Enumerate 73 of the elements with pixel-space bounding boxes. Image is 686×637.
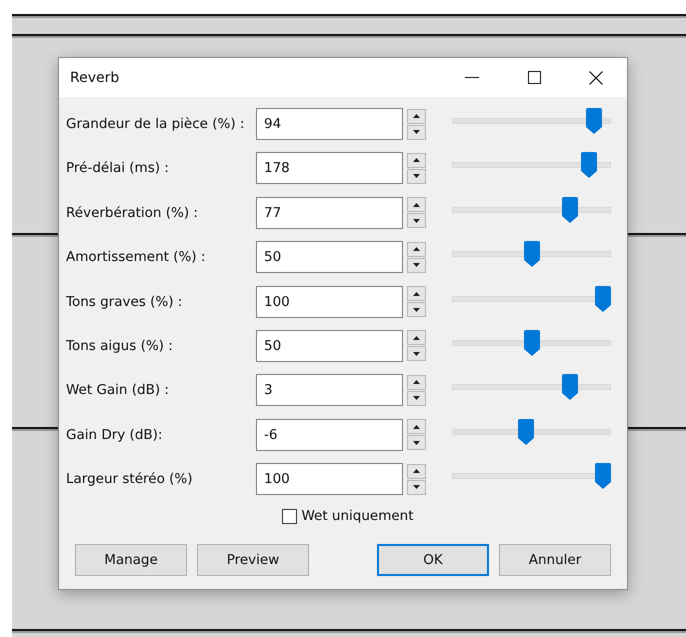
value-field[interactable]: 100 [256, 463, 403, 496]
up-arrow-icon [413, 158, 420, 162]
spin-up-button[interactable] [407, 108, 426, 124]
slider-thumb[interactable] [580, 152, 597, 178]
down-arrow-icon [413, 352, 420, 356]
field-label: Gain Dry (dB): [66, 426, 164, 443]
value-field[interactable]: 178 [256, 152, 403, 184]
up-arrow-icon [413, 202, 420, 207]
up-arrow-icon [413, 336, 420, 340]
up-arrow-icon [413, 380, 420, 384]
field-label: Wet Gain (dB) : [66, 382, 170, 398]
down-arrow-icon [413, 485, 420, 490]
spin-up-button[interactable] [407, 242, 426, 257]
field-label: Réverbération (%) : [66, 204, 199, 221]
spin-down-button[interactable] [407, 124, 426, 140]
down-arrow-icon [413, 130, 420, 134]
spin-down-button[interactable] [407, 258, 426, 273]
spin-down-button[interactable] [407, 390, 426, 406]
field-label: Grandeur de la pièce (%) : [66, 116, 246, 132]
slider-thumb[interactable] [518, 418, 534, 445]
spin-down-button[interactable] [407, 168, 426, 184]
slider-thumb[interactable] [595, 286, 611, 312]
dialog-button[interactable]: Preview [197, 544, 309, 576]
dialog-button[interactable]: OK [377, 544, 489, 576]
spin-up-button[interactable] [407, 152, 426, 168]
value-field[interactable]: 94 [256, 108, 403, 140]
up-arrow-icon [413, 469, 420, 474]
down-arrow-icon [413, 440, 420, 445]
slider-thumb[interactable] [595, 463, 611, 490]
maximize-icon [528, 71, 540, 84]
up-arrow-icon [413, 247, 420, 252]
up-arrow-icon [413, 292, 420, 296]
up-arrow-icon [413, 424, 420, 429]
close-icon [589, 70, 603, 84]
field-label: Pré-délai (ms) : [66, 160, 170, 176]
down-arrow-icon [413, 263, 420, 268]
spin-down-button[interactable] [407, 213, 426, 228]
value-field[interactable]: -6 [256, 418, 403, 451]
down-arrow-icon [413, 308, 420, 312]
value-field[interactable]: 3 [256, 374, 403, 406]
spin-up-button[interactable] [407, 464, 426, 479]
spin-down-button[interactable] [407, 346, 426, 362]
down-arrow-icon [413, 396, 420, 400]
dialog-button[interactable]: Manage [75, 544, 187, 576]
checkbox[interactable] [282, 508, 298, 524]
value-field[interactable]: 100 [256, 286, 403, 318]
value-field[interactable]: 50 [256, 330, 403, 362]
field-label: Tons aigus (%) : [66, 338, 174, 354]
dialog-button[interactable]: Annuler [499, 544, 611, 576]
spin-up-button[interactable] [407, 330, 426, 346]
field-label: Largeur stéréo (%) [66, 471, 194, 488]
window-title: Reverb [70, 70, 120, 86]
spin-down-button[interactable] [407, 480, 426, 495]
spin-up-button[interactable] [407, 197, 426, 212]
field-label: Amortissement (%) : [66, 249, 206, 266]
value-field[interactable]: 50 [256, 241, 403, 274]
checkbox-label: Wet uniquement [301, 508, 414, 524]
field-label: Tons graves (%) : [66, 294, 184, 310]
slider-thumb[interactable] [562, 196, 578, 223]
up-arrow-icon [413, 114, 420, 118]
slider-thumb[interactable] [524, 241, 540, 268]
value-field[interactable]: 77 [256, 196, 403, 229]
spin-down-button[interactable] [407, 302, 426, 318]
down-arrow-icon [413, 218, 420, 223]
spin-up-button[interactable] [407, 286, 426, 302]
slider-thumb[interactable] [524, 330, 540, 356]
spin-down-button[interactable] [407, 435, 426, 450]
slider-thumb[interactable] [562, 374, 578, 400]
spin-up-button[interactable] [407, 374, 426, 390]
slider-thumb[interactable] [586, 108, 602, 134]
spin-up-button[interactable] [407, 419, 426, 434]
minimize-icon [465, 77, 479, 78]
down-arrow-icon [413, 174, 420, 178]
